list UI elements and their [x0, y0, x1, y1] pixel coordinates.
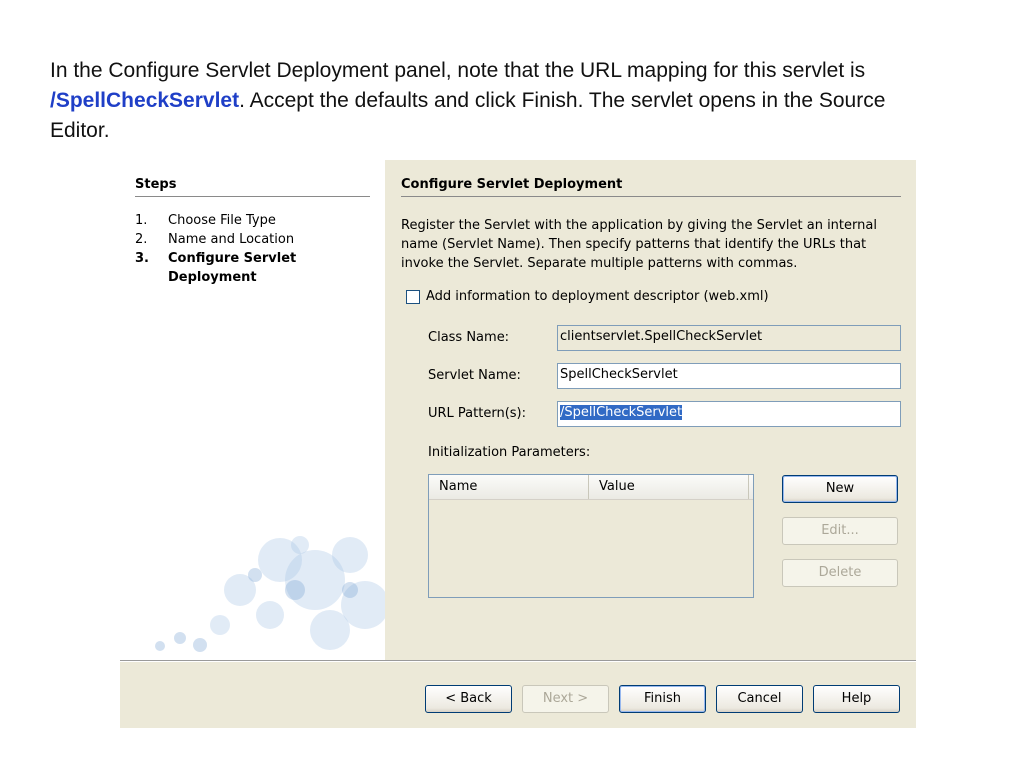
footer-divider	[120, 660, 916, 662]
table-header: Name Value	[429, 475, 753, 500]
steps-title: Steps	[135, 177, 370, 197]
url-pattern-selected-text: /SpellCheckServlet	[560, 405, 683, 420]
edit-param-button[interactable]: Edit...	[782, 517, 898, 545]
column-header-name[interactable]: Name	[429, 475, 589, 499]
slide-caption: In the Configure Servlet Deployment pane…	[50, 56, 990, 146]
servlet-name-label: Servlet Name:	[428, 368, 521, 383]
class-name-label: Class Name:	[428, 330, 510, 345]
decorative-bubbles-image	[155, 536, 385, 652]
step-number: 2.	[135, 232, 148, 247]
configure-panel: Configure Servlet Deployment Register th…	[385, 160, 916, 660]
caption-line-1: In the Configure Servlet Deployment pane…	[50, 59, 866, 82]
help-button[interactable]: Help	[813, 685, 900, 713]
servlet-name-field[interactable]: SpellCheckServlet	[557, 363, 901, 389]
steps-pane: Steps 1. Choose File Type 2. Name and Lo…	[120, 160, 385, 660]
panel-description: Register the Servlet with the applicatio…	[401, 218, 877, 271]
panel-title: Configure Servlet Deployment	[401, 177, 901, 197]
url-pattern-label: URL Pattern(s):	[428, 406, 526, 421]
new-param-button[interactable]: New	[782, 475, 898, 503]
caption-line-2: . Accept the defaults and click Finish. …	[239, 89, 886, 112]
caption-highlight: /SpellCheckServlet	[50, 89, 240, 112]
step-number: 3.	[135, 251, 149, 266]
step-label: Name and Location	[168, 232, 295, 247]
init-params-table[interactable]: Name Value	[428, 474, 754, 598]
caption-line-3: Editor.	[50, 119, 110, 142]
step-label: Choose File Type	[168, 213, 276, 228]
step-item-3-current: 3. Configure Servlet Deployment	[135, 249, 375, 287]
cancel-button[interactable]: Cancel	[716, 685, 803, 713]
class-name-field[interactable]: clientservlet.SpellCheckServlet	[557, 325, 901, 351]
column-header-value[interactable]: Value	[589, 475, 749, 499]
deployment-descriptor-checkbox[interactable]	[406, 289, 420, 304]
deployment-descriptor-option[interactable]: Add information to deployment descriptor…	[406, 289, 769, 304]
next-button[interactable]: Next >	[522, 685, 609, 713]
new-servlet-dialog: Steps 1. Choose File Type 2. Name and Lo…	[120, 160, 916, 728]
step-label: Configure Servlet Deployment	[168, 251, 297, 285]
step-item-2: 2. Name and Location	[135, 230, 375, 249]
steps-list: 1. Choose File Type 2. Name and Location…	[135, 211, 375, 287]
step-number: 1.	[135, 213, 148, 228]
url-pattern-field[interactable]: /SpellCheckServlet	[557, 401, 901, 427]
finish-button[interactable]: Finish	[619, 685, 706, 713]
checkbox-label: Add information to deployment descriptor…	[426, 289, 769, 304]
back-button[interactable]: < Back	[425, 685, 512, 713]
delete-param-button[interactable]: Delete	[782, 559, 898, 587]
init-params-label: Initialization Parameters:	[428, 445, 591, 460]
step-item-1: 1. Choose File Type	[135, 211, 375, 230]
